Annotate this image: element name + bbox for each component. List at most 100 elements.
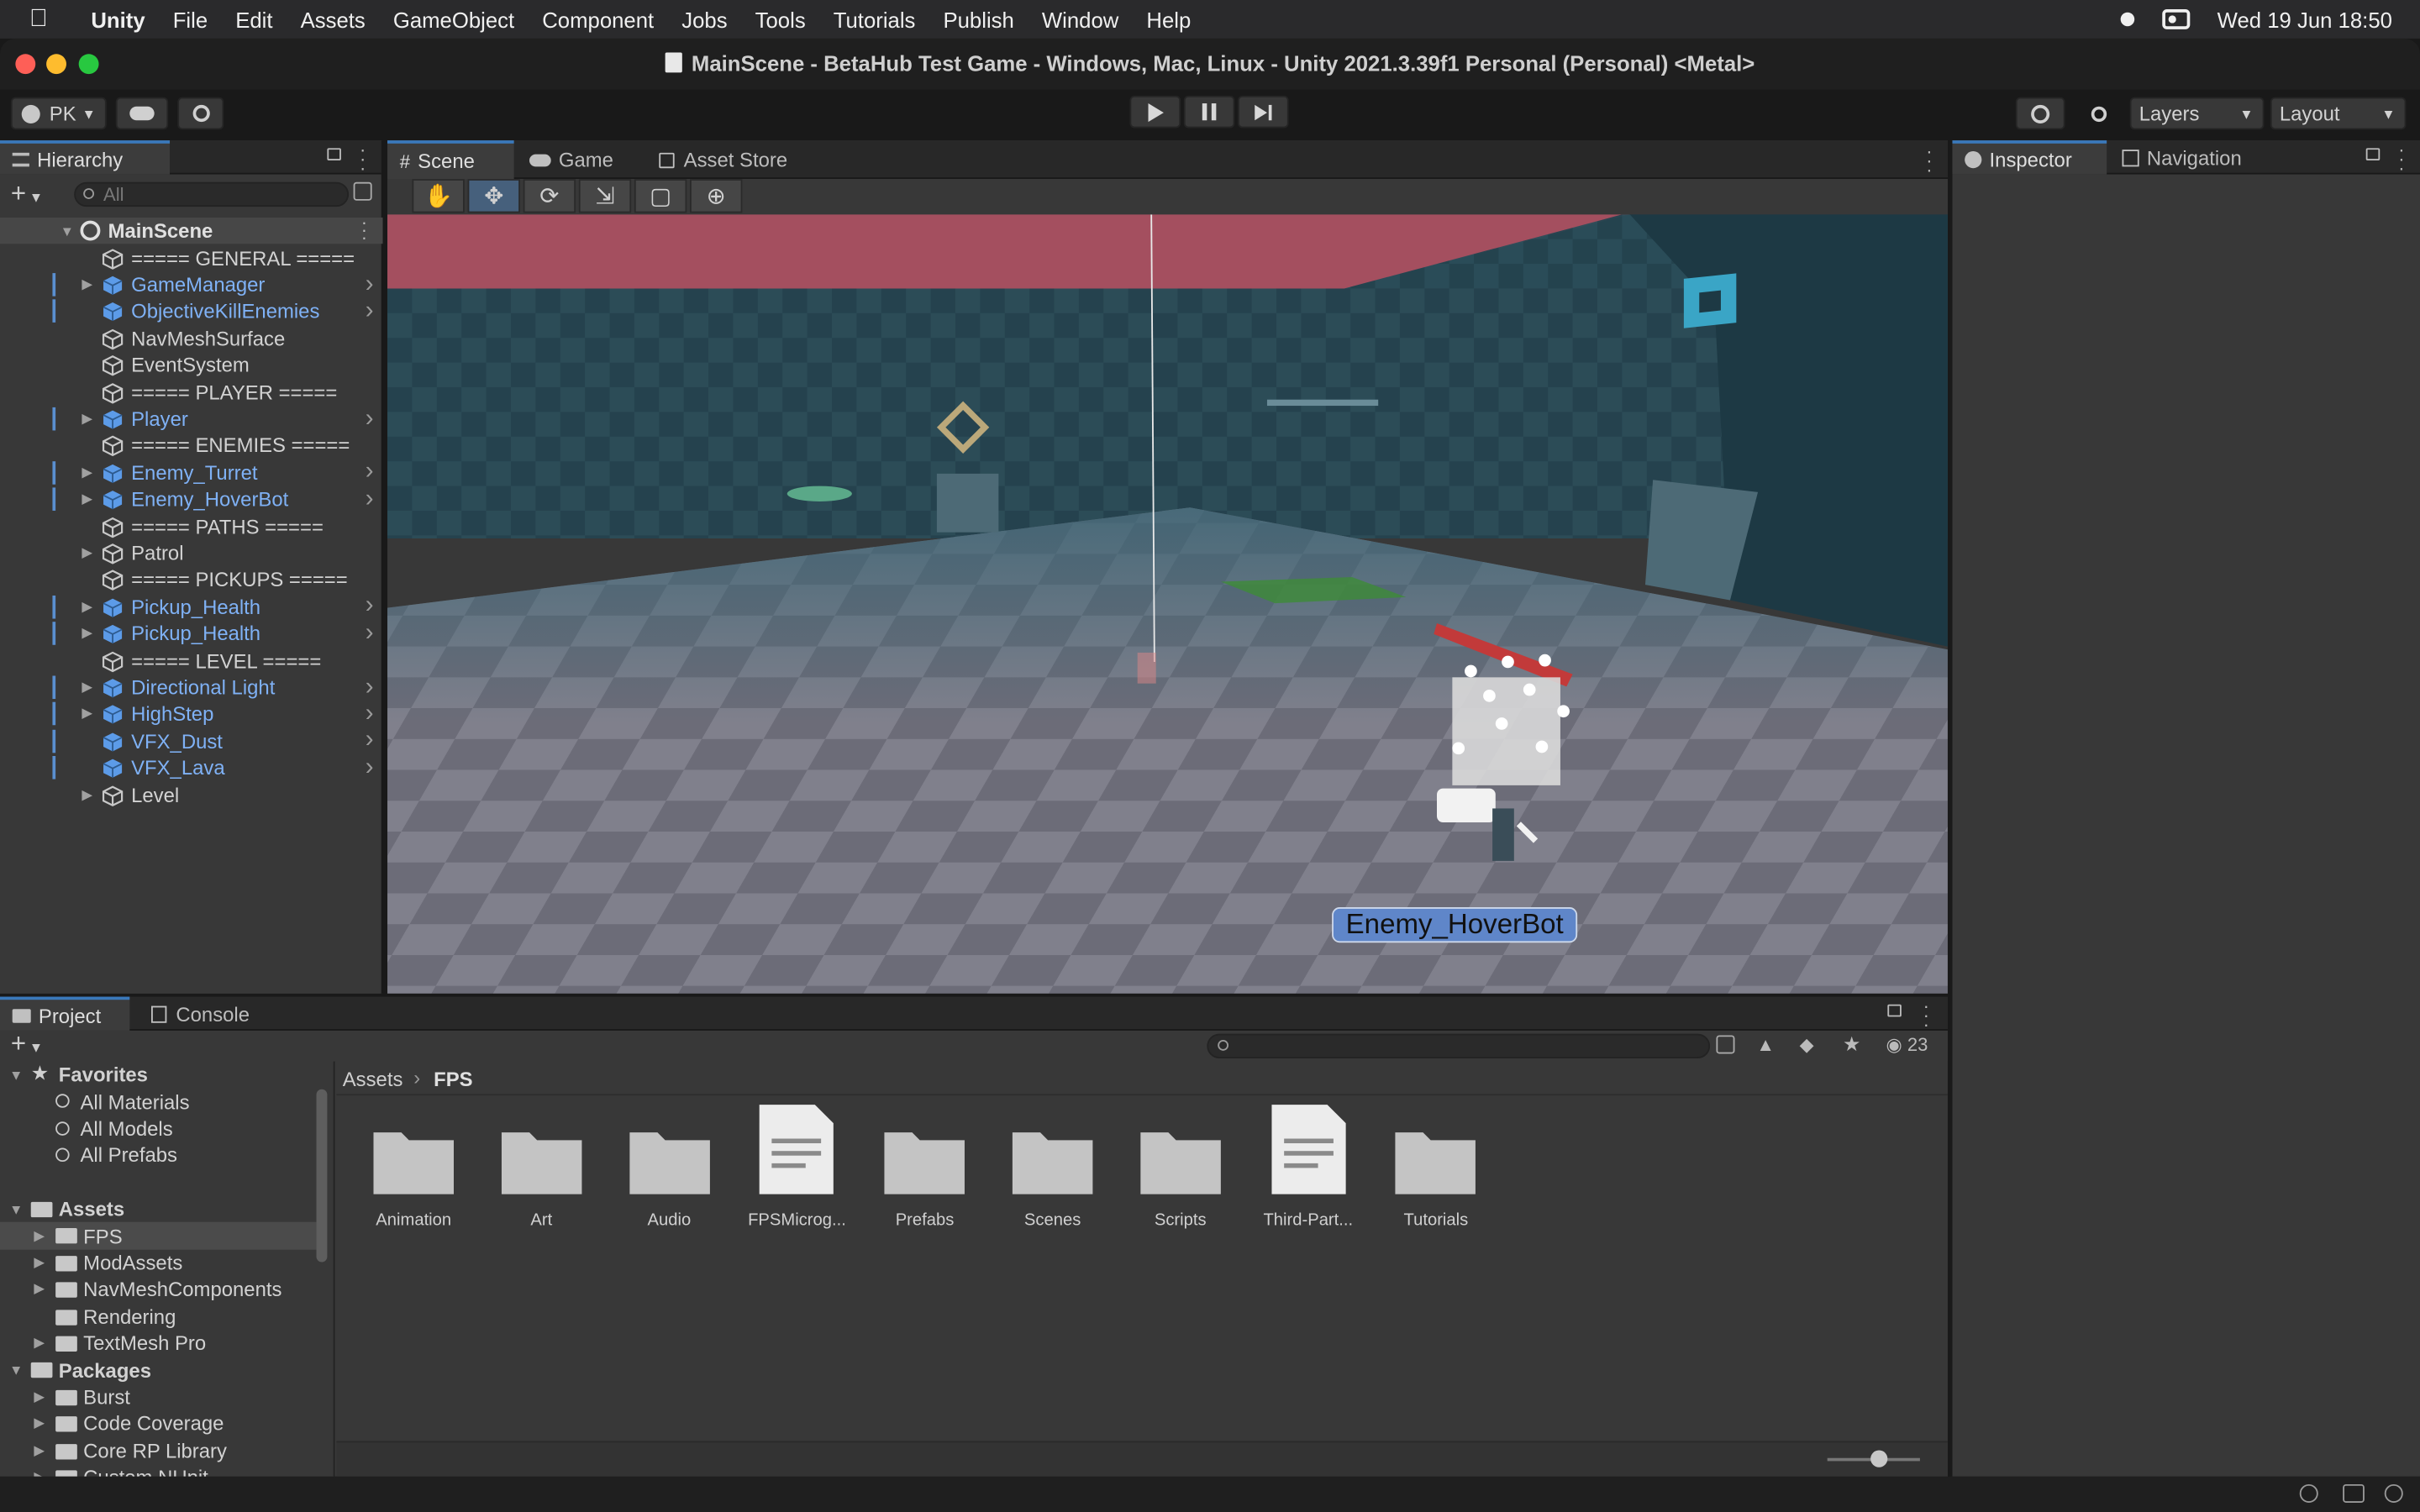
tab-inspector[interactable]: Inspector [1952,140,2107,175]
hierarchy-item[interactable]: ▶ Enemy_Turret › [0,459,383,486]
menu-help[interactable]: Help [1133,7,1205,31]
asset-file[interactable]: Third-Part... [1246,1105,1370,1230]
project-tree-item[interactable]: All Prefabs [0,1142,317,1169]
debug-icon[interactable] [2299,1483,2318,1503]
hidden-packages-toggle[interactable]: ◉ 23 [1886,1034,1928,1056]
hierarchy-item[interactable]: NavMeshSurface [0,325,383,352]
project-tree-item[interactable]: All Materials [0,1089,317,1116]
auto-generate-lighting-icon[interactable] [2384,1483,2403,1503]
menu-edit[interactable]: Edit [222,7,287,31]
hierarchy-item[interactable]: VFX_Lava › [0,754,383,781]
layers-dropdown[interactable]: Layers ▼ [2129,97,2265,130]
asset-file[interactable]: FPSMicrog... [735,1105,859,1230]
add-object-button[interactable]: + ▼ [11,179,43,210]
expand-arrow-icon[interactable]: ▶ [82,276,92,293]
history-button[interactable] [2015,97,2065,130]
rect-tool-button[interactable]: ▢ [634,179,687,213]
expand-arrow-icon[interactable]: ▼ [60,223,74,239]
expand-arrow-icon[interactable]: ▼ [9,1067,23,1082]
menu-tutorials[interactable]: Tutorials [819,7,929,31]
project-tree-item[interactable]: ▶ NavMeshComponents [0,1276,317,1303]
hierarchy-item[interactable]: ▶ Directional Light › [0,674,383,701]
open-prefab-chevron-icon[interactable]: › [366,486,374,513]
project-tree-item[interactable]: ▶ Custom NUnit [0,1464,317,1477]
tab-hierarchy[interactable]: Hierarchy [0,140,171,175]
hierarchy-item[interactable]: ===== LEVEL ===== [0,648,383,675]
tab-scene[interactable]: # Scene [387,140,514,180]
project-tree-item[interactable]: ▼ Packages [0,1357,317,1383]
menu-assets[interactable]: Assets [287,7,379,31]
hierarchy-item[interactable]: ▶ Patrol [0,540,383,567]
step-button[interactable] [1238,95,1289,129]
apple-icon[interactable]:  [0,5,77,33]
pause-button[interactable] [1183,95,1235,129]
transform-tool-button[interactable]: ⊕ [690,179,743,213]
expand-arrow-icon[interactable]: ▶ [34,1469,45,1477]
asset-folder[interactable]: Art [480,1120,603,1230]
lock-icon[interactable] [327,148,341,161]
asset-folder[interactable]: Audio [608,1120,731,1230]
favorite-icon[interactable]: ★ [1843,1032,1860,1057]
scene-viewport[interactable]: Enemy_HoverBot [387,214,1948,994]
project-search-input[interactable] [1207,1033,1711,1058]
asset-folder[interactable]: Prefabs [863,1120,986,1230]
open-prefab-chevron-icon[interactable]: › [366,620,374,648]
hierarchy-item[interactable]: ===== ENEMIES ===== [0,433,383,459]
more-options-icon[interactable]: · · · [2398,140,2404,177]
lock-icon[interactable] [1887,1004,1902,1017]
expand-arrow-icon[interactable]: ▶ [82,625,92,642]
tab-navigation[interactable]: Navigation [2110,140,2254,174]
open-prefab-chevron-icon[interactable]: › [366,674,374,701]
menu-gameobject[interactable]: GameObject [379,7,528,31]
asset-folder[interactable]: Animation [352,1120,476,1230]
hierarchy-item[interactable]: ===== PATHS ===== [0,513,383,540]
project-tree-item[interactable]: All Models [0,1116,317,1142]
more-options-icon[interactable]: · · · [360,140,366,177]
hierarchy-item[interactable]: ▶ Level [0,781,383,808]
hierarchy-item[interactable]: ▶ Enemy_HoverBot › [0,486,383,513]
record-indicator-icon[interactable] [2119,12,2134,27]
cache-server-icon[interactable] [2343,1483,2365,1503]
open-prefab-chevron-icon[interactable]: › [366,754,374,782]
open-prefab-chevron-icon[interactable]: › [366,593,374,621]
more-options-icon[interactable]: · · · [361,213,367,246]
lock-icon[interactable] [2365,148,2381,161]
menu-window[interactable]: Window [1028,7,1133,31]
create-asset-button[interactable]: + ▼ [11,1029,43,1060]
menu-tools[interactable]: Tools [741,7,819,31]
project-tree-item[interactable]: ▶ FPS [0,1222,317,1250]
open-prefab-chevron-icon[interactable]: › [366,701,374,728]
clock[interactable]: Wed 19 Jun 18:50 [2217,7,2392,31]
expand-arrow-icon[interactable]: ▶ [82,411,92,428]
expand-arrow-icon[interactable]: ▶ [82,545,92,562]
expand-arrow-icon[interactable]: ▶ [34,1415,45,1432]
expand-arrow-icon[interactable]: ▶ [82,786,92,803]
asset-folder[interactable]: Tutorials [1374,1120,1497,1230]
hierarchy-item[interactable]: ===== GENERAL ===== [0,244,383,271]
menu-jobs[interactable]: Jobs [668,7,741,31]
tab-asset-store[interactable]: Asset Store [647,140,800,179]
layout-dropdown[interactable]: Layout ▼ [2270,97,2407,130]
menu-component[interactable]: Component [529,7,668,31]
scale-tool-button[interactable]: ⇲ [578,179,632,213]
search-by-type-icon[interactable] [1716,1035,1735,1054]
tab-console[interactable]: Console [139,997,261,1031]
search-type-icon[interactable] [353,181,372,201]
project-tree-item[interactable]: ▶ Burst [0,1383,317,1410]
open-prefab-chevron-icon[interactable]: › [366,270,374,298]
breadcrumb-fps[interactable]: FPS [434,1068,472,1091]
more-options-icon[interactable]: · · · [1926,142,1932,179]
zoom-slider[interactable] [1827,1450,1920,1467]
tab-project[interactable]: Project [0,996,130,1031]
app-menu[interactable]: Unity [77,7,159,31]
tree-scrollbar[interactable] [316,1089,328,1263]
move-tool-button[interactable]: ✥ [467,179,520,213]
expand-arrow-icon[interactable]: ▶ [82,491,92,508]
hierarchy-item[interactable]: ▶ Pickup_Health › [0,593,383,621]
zoom-slider-thumb[interactable] [1870,1450,1888,1467]
filter-by-type-icon[interactable]: ▲ [1756,1034,1775,1056]
scene-root-row[interactable]: ▼ MainScene · · · [0,213,383,247]
control-center-icon[interactable] [2161,9,2190,29]
expand-arrow-icon[interactable]: ▶ [34,1254,45,1271]
hierarchy-item[interactable]: ▶ Pickup_Health › [0,620,383,648]
